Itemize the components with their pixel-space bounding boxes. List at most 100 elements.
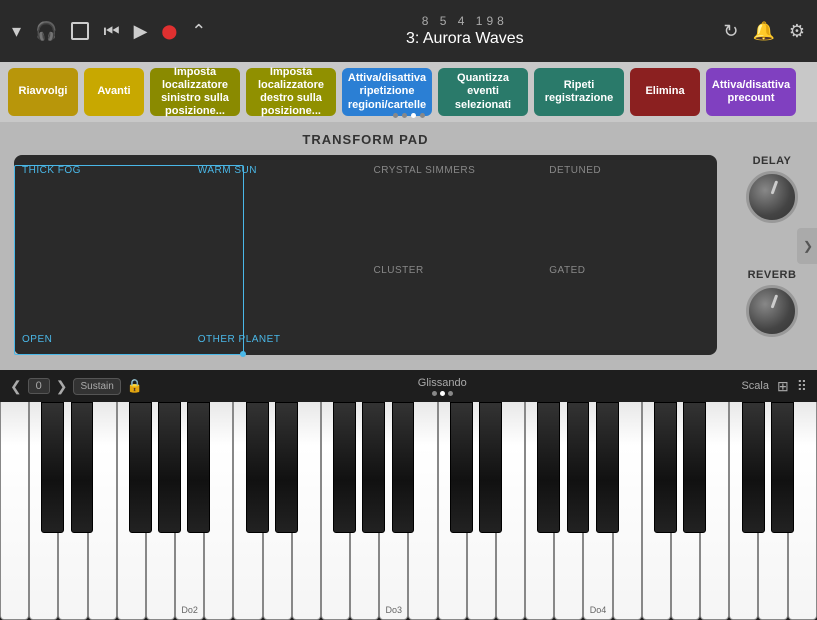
do3-label: Do3 xyxy=(386,605,403,615)
pad-cell-open[interactable]: OPEN xyxy=(14,255,190,355)
piano-dot-3 xyxy=(448,391,453,396)
delete-button[interactable]: Elimina xyxy=(630,68,700,116)
piano-keys[interactable]: Do2 Do3 Do4 xyxy=(0,402,817,620)
do4-label: Do4 xyxy=(590,605,607,615)
pad-label-thick-fog: THICK FOG xyxy=(22,165,81,176)
delay-label: DELAY xyxy=(753,155,792,167)
dot-1 xyxy=(393,113,398,118)
screen-btn[interactable] xyxy=(71,22,89,40)
reverb-knob[interactable] xyxy=(746,285,798,337)
do2-label: Do2 xyxy=(181,605,198,615)
black-key-11[interactable] xyxy=(450,402,473,533)
transform-section: TRANSFORM PAD THICK FOG WARM SUN CRYSTAL… xyxy=(0,122,727,370)
black-key-9[interactable] xyxy=(362,402,385,533)
play-btn[interactable]: ▶ xyxy=(134,21,148,42)
delay-section: DELAY xyxy=(746,155,798,223)
black-key-14[interactable] xyxy=(567,402,590,533)
reverb-section: REVERB xyxy=(746,269,798,337)
black-key-18[interactable] xyxy=(742,402,765,533)
toggle-repeat-button[interactable]: Attiva/disattiva ripetizione regioni/car… xyxy=(342,68,432,116)
piano-dot-2 xyxy=(440,391,445,396)
track-title: 3: Aurora Waves xyxy=(406,30,524,48)
top-bar-left: ▾ 🎧 ⏮ ▶ ⬤ ⌃ xyxy=(12,21,206,42)
piano-toolbar-left: ❮ 0 ❯ Sustain 🔒 xyxy=(10,378,143,395)
glissando-label: Glissando xyxy=(418,377,467,389)
piano-toolbar-right: Scala ⊞ ⠿ xyxy=(741,378,807,395)
piano-nav-left[interactable]: ❮ xyxy=(10,378,22,395)
top-bar-right: ↻ 🔔 ⚙ xyxy=(723,21,805,42)
pad-label-cluster: CLUSTER xyxy=(374,265,424,276)
piano-toolbar: ❮ 0 ❯ Sustain 🔒 Glissando Scala ⊞ ⠿ xyxy=(0,370,817,402)
pad-cell-crystal-simmers[interactable]: CRYSTAL SIMMERS xyxy=(366,155,542,255)
rewind-button[interactable]: Riavvolgi xyxy=(8,68,78,116)
black-key-17[interactable] xyxy=(683,402,706,533)
white-key-1[interactable] xyxy=(0,402,29,620)
repeat-record-button[interactable]: Ripeti registrazione xyxy=(534,68,624,116)
black-key-16[interactable] xyxy=(654,402,677,533)
pad-label-detuned: DETUNED xyxy=(549,165,601,176)
top-bar: ▾ 🎧 ⏮ ▶ ⬤ ⌃ 8 5 4 198 3: Aurora Waves ↻ … xyxy=(0,0,817,62)
reverb-label: REVERB xyxy=(748,269,797,281)
pad-cell-other-planet[interactable]: OTHER PLANET xyxy=(190,255,366,355)
black-key-10[interactable] xyxy=(392,402,415,533)
headphones-btn[interactable]: 🎧 xyxy=(35,21,57,42)
record-btn[interactable]: ⬤ xyxy=(162,23,178,40)
pad-cell-detuned[interactable]: DETUNED xyxy=(541,155,717,255)
set-left-locator-button[interactable]: Imposta localizzatore sinistro sulla pos… xyxy=(150,68,240,116)
black-key-15[interactable] xyxy=(596,402,619,533)
octave-number: 0 xyxy=(28,378,50,394)
piano-dots-btn[interactable]: ⠿ xyxy=(797,378,807,395)
black-key-5[interactable] xyxy=(187,402,210,533)
black-key-1[interactable] xyxy=(41,402,64,533)
main-area: TRANSFORM PAD THICK FOG WARM SUN CRYSTAL… xyxy=(0,122,817,370)
forward-button[interactable]: Avanti xyxy=(84,68,144,116)
quantize-button[interactable]: Quantizza eventi selezionati xyxy=(438,68,528,116)
pad-label-gated: GATED xyxy=(549,265,585,276)
settings-btn[interactable]: ⚙ xyxy=(789,21,805,42)
chevron-down-btn[interactable]: ▾ xyxy=(12,21,21,42)
scala-label: Scala xyxy=(741,380,769,392)
black-key-8[interactable] xyxy=(333,402,356,533)
piano-nav-right[interactable]: ❯ xyxy=(56,378,68,395)
screen-icon xyxy=(71,22,89,40)
lock-icon: 🔒 xyxy=(127,378,143,394)
black-key-3[interactable] xyxy=(129,402,152,533)
piano-grid-btn[interactable]: ⊞ xyxy=(777,378,789,395)
pad-label-warm-sun: WARM SUN xyxy=(198,165,257,176)
dot-3 xyxy=(411,113,416,118)
top-bar-center: 8 5 4 198 3: Aurora Waves xyxy=(406,14,524,48)
black-key-12[interactable] xyxy=(479,402,502,533)
black-key-19[interactable] xyxy=(771,402,794,533)
pad-label-other-planet: OTHER PLANET xyxy=(198,334,281,345)
dot-2 xyxy=(402,113,407,118)
delay-knob[interactable] xyxy=(746,171,798,223)
toolbar: Riavvolgi Avanti Imposta localizzatore s… xyxy=(0,62,817,122)
pad-cell-warm-sun[interactable]: WARM SUN xyxy=(190,155,366,255)
set-right-locator-button[interactable]: Imposta localizzatore destro sulla posiz… xyxy=(246,68,336,116)
rewind-btn[interactable]: ⏮ xyxy=(103,21,119,42)
black-key-7[interactable] xyxy=(275,402,298,533)
toolbar-dots xyxy=(393,113,425,118)
pad-cell-gated[interactable]: GATED xyxy=(541,255,717,355)
transform-title: TRANSFORM PAD xyxy=(14,132,717,147)
sustain-button[interactable]: Sustain xyxy=(73,378,120,395)
pad-label-open: OPEN xyxy=(22,334,52,345)
black-key-2[interactable] xyxy=(71,402,94,533)
dot-4 xyxy=(420,113,425,118)
expand-btn[interactable]: ⌃ xyxy=(191,21,206,42)
loop-btn[interactable]: ↻ xyxy=(723,21,738,42)
piano-toolbar-center: Glissando xyxy=(151,377,733,396)
piano-section: ❮ 0 ❯ Sustain 🔒 Glissando Scala ⊞ ⠿ xyxy=(0,370,817,620)
metronome-btn[interactable]: 🔔 xyxy=(752,21,774,42)
black-key-4[interactable] xyxy=(158,402,181,533)
pad-cell-cluster[interactable]: CLUSTER xyxy=(366,255,542,355)
right-panel: DELAY REVERB ❯ xyxy=(727,122,817,370)
precount-button[interactable]: Attiva/disattiva precount xyxy=(706,68,796,116)
pad-label-crystal-simmers: CRYSTAL SIMMERS xyxy=(374,165,476,176)
nav-arrow-right[interactable]: ❯ xyxy=(797,228,817,264)
transform-pad[interactable]: THICK FOG WARM SUN CRYSTAL SIMMERS DETUN… xyxy=(14,155,717,355)
pad-cell-thick-fog[interactable]: THICK FOG xyxy=(14,155,190,255)
piano-dot-1 xyxy=(432,391,437,396)
black-key-6[interactable] xyxy=(246,402,269,533)
black-key-13[interactable] xyxy=(537,402,560,533)
